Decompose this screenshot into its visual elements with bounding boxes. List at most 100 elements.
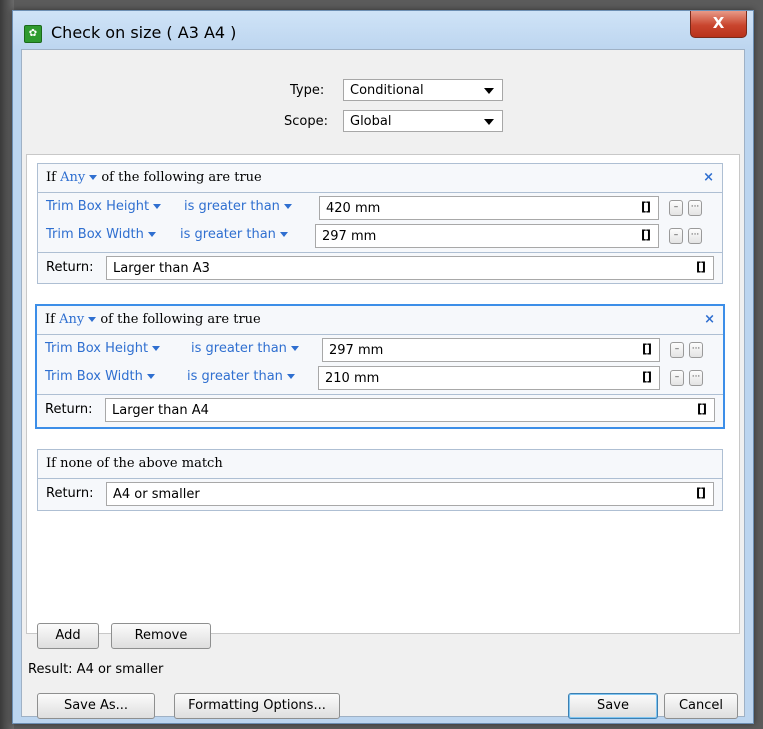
property-value: Trim Box Width xyxy=(45,369,143,384)
property-value: Trim Box Height xyxy=(45,341,149,356)
minus-button[interactable]: – xyxy=(670,370,684,386)
save-button[interactable]: Save xyxy=(568,693,658,719)
remove-rule-icon[interactable]: × xyxy=(703,170,714,185)
scope-row: Scope: Global xyxy=(22,110,744,134)
return-value-field[interactable]: Larger than A4 [] xyxy=(105,398,715,422)
more-button[interactable]: ··· xyxy=(688,228,702,244)
property-dropdown[interactable]: Trim Box Height xyxy=(46,199,162,214)
variable-bracket-icon[interactable]: [] xyxy=(641,200,651,214)
condition-row: Trim Box Width is greater than 210 mm []… xyxy=(37,364,723,392)
type-select-value: Conditional xyxy=(350,83,424,98)
return-label: Return: xyxy=(46,260,94,275)
condition-value: 297 mm xyxy=(329,343,384,358)
property-value: Trim Box Width xyxy=(46,227,144,242)
header-suffix: of the following are true xyxy=(101,170,262,185)
type-label: Type: xyxy=(290,83,325,98)
scope-select[interactable]: Global xyxy=(343,110,503,132)
fallback-header: If none of the above match xyxy=(38,450,722,479)
operator-dropdown[interactable]: is greater than xyxy=(184,199,292,214)
return-value-field[interactable]: A4 or smaller [] xyxy=(106,482,714,506)
quantifier-dropdown[interactable]: Any xyxy=(59,312,97,327)
operator-dropdown[interactable]: is greater than xyxy=(191,341,299,356)
chevron-down-icon xyxy=(88,317,97,322)
chevron-down-icon xyxy=(290,346,299,351)
property-dropdown[interactable]: Trim Box Width xyxy=(46,227,156,242)
operator-dropdown[interactable]: is greater than xyxy=(180,227,288,242)
rule-header: If Any of the following are true × xyxy=(37,306,723,335)
chevron-down-icon xyxy=(279,232,288,237)
more-button[interactable]: ··· xyxy=(688,200,702,216)
rule-header: If Any of the following are true × xyxy=(38,164,722,193)
condition-row: Trim Box Height is greater than 420 mm [… xyxy=(38,194,722,222)
variable-bracket-icon[interactable]: [] xyxy=(697,402,707,416)
result-text: Result: A4 or smaller xyxy=(28,662,164,677)
return-label: Return: xyxy=(46,486,94,501)
app-icon: ✿ xyxy=(24,25,42,43)
variable-bracket-icon[interactable]: [] xyxy=(641,228,651,242)
return-value: Larger than A4 xyxy=(112,403,209,418)
operator-dropdown[interactable]: is greater than xyxy=(187,369,295,384)
minus-button[interactable]: – xyxy=(670,342,684,358)
condition-value: 210 mm xyxy=(325,371,380,386)
fallback-header-text: If none of the above match xyxy=(46,456,223,471)
condition-value-field[interactable]: 297 mm [] xyxy=(315,224,659,248)
formatting-options-button[interactable]: Formatting Options... xyxy=(174,693,340,719)
return-row: Return: Larger than A3 [] xyxy=(38,252,722,283)
condition-row: Trim Box Height is greater than 297 mm [… xyxy=(37,336,723,364)
minus-button[interactable]: – xyxy=(669,200,683,216)
condition-row: Trim Box Width is greater than 297 mm []… xyxy=(38,222,722,250)
close-window-button[interactable]: X xyxy=(690,11,747,38)
property-dropdown[interactable]: Trim Box Height xyxy=(45,341,161,356)
variable-bracket-icon[interactable]: [] xyxy=(642,342,652,356)
return-value-field[interactable]: Larger than A3 [] xyxy=(106,256,714,280)
chevron-down-icon xyxy=(153,204,162,209)
chevron-down-icon xyxy=(146,374,155,379)
operator-value: is greater than xyxy=(191,341,287,356)
quantifier-value: Any xyxy=(60,170,86,185)
cancel-button[interactable]: Cancel xyxy=(664,693,738,719)
property-value: Trim Box Height xyxy=(46,199,150,214)
more-button[interactable]: ··· xyxy=(689,342,703,358)
if-label: If xyxy=(45,312,55,327)
fallback-rule-block[interactable]: If none of the above match Return: A4 or… xyxy=(37,449,723,511)
if-label: If xyxy=(46,170,56,185)
property-dropdown[interactable]: Trim Box Width xyxy=(45,369,155,384)
condition-value: 420 mm xyxy=(326,201,381,216)
quantifier-value: Any xyxy=(59,312,85,327)
dialog-window: ✿ Check on size ( A3 A4 ) X Type: Condit… xyxy=(12,10,754,724)
rule-condition-text: If Any of the following are true xyxy=(46,170,262,185)
return-row: Return: A4 or smaller [] xyxy=(38,479,722,509)
minus-button[interactable]: – xyxy=(669,228,683,244)
remove-rule-icon[interactable]: × xyxy=(704,312,715,327)
type-select[interactable]: Conditional xyxy=(343,79,503,101)
dialog-client-area: Type: Conditional Scope: Global If Any o… xyxy=(21,49,745,719)
more-button[interactable]: ··· xyxy=(689,370,703,386)
return-value: Larger than A3 xyxy=(113,261,210,276)
rules-panel: If Any of the following are true × Trim … xyxy=(26,154,740,634)
chevron-down-icon xyxy=(147,232,156,237)
condition-value-field[interactable]: 420 mm [] xyxy=(319,196,659,220)
return-value: A4 or smaller xyxy=(113,487,200,502)
operator-value: is greater than xyxy=(180,227,276,242)
title-bar[interactable]: ✿ Check on size ( A3 A4 ) X xyxy=(13,11,753,49)
quantifier-dropdown[interactable]: Any xyxy=(60,170,98,185)
condition-value: 297 mm xyxy=(322,229,377,244)
remove-button[interactable]: Remove xyxy=(111,623,211,649)
condition-value-field[interactable]: 297 mm [] xyxy=(322,338,660,362)
operator-value: is greater than xyxy=(184,199,280,214)
rule-block-2[interactable]: If Any of the following are true × Trim … xyxy=(35,304,725,429)
save-as-button[interactable]: Save As... xyxy=(37,693,155,719)
variable-bracket-icon[interactable]: [] xyxy=(642,370,652,384)
rule-block-1[interactable]: If Any of the following are true × Trim … xyxy=(37,163,723,284)
scope-label: Scope: xyxy=(284,114,328,129)
type-row: Type: Conditional xyxy=(22,79,744,103)
chevron-down-icon xyxy=(89,175,98,180)
rule-condition-text: If Any of the following are true xyxy=(45,312,261,327)
condition-value-field[interactable]: 210 mm [] xyxy=(318,366,660,390)
scope-select-value: Global xyxy=(350,114,392,129)
variable-bracket-icon[interactable]: [] xyxy=(696,260,706,274)
chevron-down-icon xyxy=(152,346,161,351)
add-button[interactable]: Add xyxy=(37,623,99,649)
variable-bracket-icon[interactable]: [] xyxy=(696,486,706,500)
chevron-down-icon xyxy=(484,119,494,125)
